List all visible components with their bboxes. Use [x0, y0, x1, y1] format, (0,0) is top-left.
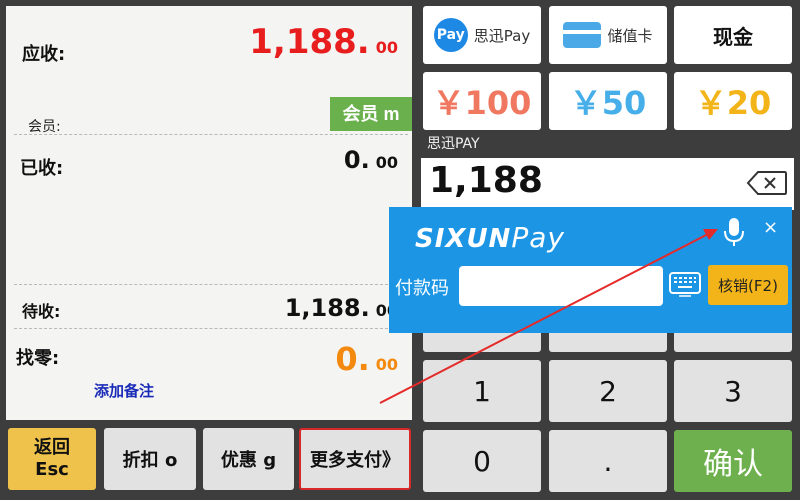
divider [14, 284, 408, 285]
back-button[interactable]: 返回 Esc [8, 428, 96, 490]
stored-value-card-button[interactable]: 储值卡 [549, 6, 667, 64]
promo-button[interactable]: 优惠 g [203, 428, 294, 490]
received-amount: 0. 00 [343, 146, 398, 174]
keyboard-icon[interactable] [669, 270, 701, 300]
sixun-pay-popup: SIXUNPay × 付款码 核销(F2) [389, 207, 792, 333]
back-button-shortcut: Esc [35, 459, 69, 480]
keypad-key-3[interactable]: 3 [674, 360, 792, 422]
microphone-icon[interactable] [723, 217, 745, 247]
sixun-pay-label: 思迅Pay [473, 26, 531, 45]
discount-button[interactable]: 折扣 o [104, 428, 196, 490]
payment-code-input[interactable] [459, 266, 663, 306]
card-icon [563, 22, 602, 48]
sixun-pay-logo: SIXUNPay [415, 221, 565, 254]
verify-button[interactable]: 核销(F2) [708, 265, 788, 305]
payment-code-label: 付款码 [395, 278, 449, 299]
amount-input[interactable]: 1,188 [421, 158, 794, 210]
current-method-label: 思迅PAY [427, 136, 480, 152]
confirm-button[interactable]: 确认 [674, 430, 792, 492]
add-note-link[interactable]: 添加备注 [94, 380, 154, 401]
close-icon[interactable]: × [763, 217, 778, 238]
member-label: 会员: [28, 119, 61, 135]
quick-amount-20[interactable]: ￥20 [674, 72, 792, 130]
keypad-key-0[interactable]: 0 [423, 430, 541, 492]
change-label: 找零: [16, 348, 60, 369]
more-payment-button[interactable]: 更多支付》 [299, 428, 411, 490]
back-button-label: 返回 [34, 437, 70, 458]
receivable-label: 应收: [22, 44, 66, 65]
change-amount: 0. 00 [335, 340, 398, 378]
pending-amount: 1,188. 00 [284, 294, 398, 322]
quick-amount-50[interactable]: ￥50 [549, 72, 667, 130]
member-button[interactable]: 会员 m [330, 97, 412, 131]
backspace-icon[interactable] [746, 170, 788, 196]
keypad-key-dot[interactable]: . [549, 430, 667, 492]
stored-value-card-label: 储值卡 [607, 26, 653, 45]
keypad-key-2[interactable]: 2 [549, 360, 667, 422]
divider [14, 328, 408, 329]
receivable-amount: 1,188. 00 [249, 22, 398, 62]
sixun-pay-button[interactable]: Pay 思迅Pay [423, 6, 541, 64]
pay-circle-icon: Pay [433, 18, 468, 52]
pending-label: 待收: [22, 302, 61, 321]
quick-amount-100[interactable]: ￥100 [423, 72, 541, 130]
received-label: 已收: [20, 158, 64, 179]
keypad-key-1[interactable]: 1 [423, 360, 541, 422]
amount-value: 1,188 [429, 160, 543, 201]
payment-summary-panel: 应收: 1,188. 00 会员: 会员 m 已收: 0. 00 待收: 1,188… [6, 6, 412, 420]
divider [14, 134, 408, 135]
cash-button[interactable]: 现金 [674, 6, 792, 64]
